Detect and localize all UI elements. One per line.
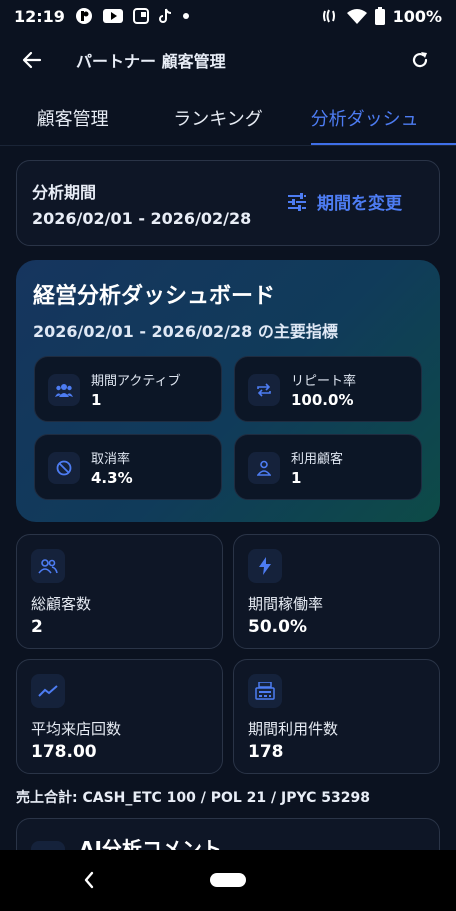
ai-icon — [31, 841, 65, 850]
battery-icon — [374, 7, 385, 25]
stat-usage-count: 期間利用件数 178 — [233, 659, 440, 774]
nav-home-pill[interactable] — [210, 873, 246, 887]
kpi-cancel-rate: 取消率 4.3% — [34, 434, 222, 500]
arrow-back-icon — [22, 51, 42, 69]
chevron-left-icon — [84, 871, 94, 889]
change-period-button[interactable]: 期間を変更 — [287, 189, 402, 214]
stat-label: 平均来店回数 — [31, 720, 122, 738]
stat-value: 50.0% — [248, 617, 307, 637]
change-period-label: 期間を変更 — [317, 194, 402, 214]
dashboard-content[interactable]: 分析期間 2026/02/01 - 2026/02/28 期間を変更 経営分析ダ… — [0, 146, 456, 850]
refresh-button[interactable] — [400, 40, 440, 80]
stat-utilization-rate: 期間稼働率 50.0% — [233, 534, 440, 649]
tab-bar: 顧客管理 ランキング 分析ダッシュ — [0, 90, 456, 146]
tab-customer-management[interactable]: 顧客管理 — [0, 90, 145, 145]
kpi-label: 期間アクティブ — [91, 374, 181, 389]
battery-percent: 100% — [392, 6, 442, 26]
period-label: 分析期間 — [32, 183, 97, 202]
hero-subtitle: 2026/02/01 - 2026/02/28 の主要指標 — [33, 322, 338, 341]
register-icon — [248, 674, 282, 708]
stat-label: 総顧客数 — [31, 595, 92, 613]
stat-average-visits: 平均来店回数 178.00 — [16, 659, 223, 774]
kpi-value: 1 — [291, 469, 302, 487]
kpi-label: 利用顧客 — [291, 452, 344, 467]
sales-total: 売上合計: CASH_ETC 100 / POL 21 / JPYC 53298 — [16, 790, 370, 806]
kpi-repeat-rate: リピート率 100.0% — [234, 356, 422, 422]
status-bar: 12:19 100% — [0, 0, 456, 32]
period-card: 分析期間 2026/02/01 - 2026/02/28 期間を変更 — [16, 160, 440, 246]
stat-label: 期間稼働率 — [248, 595, 324, 613]
kpi-value: 1 — [91, 391, 102, 409]
person-icon — [248, 452, 280, 484]
people-icon — [48, 374, 80, 406]
tiktok-icon — [158, 8, 173, 24]
ai-comment-title: AI分析コメント — [79, 837, 222, 850]
tab-ranking[interactable]: ランキング — [145, 90, 290, 145]
stat-value: 178 — [248, 742, 284, 762]
stat-value: 178.00 — [31, 742, 97, 762]
app-bar: パートナー 顧客管理 — [0, 32, 456, 88]
kpi-label: リピート率 — [291, 374, 357, 389]
kpi-active-period: 期間アクティブ 1 — [34, 356, 222, 422]
stat-value: 2 — [31, 617, 43, 637]
youtube-icon — [102, 9, 123, 23]
refresh-icon — [412, 52, 428, 68]
kpi-active-customers: 利用顧客 1 — [234, 434, 422, 500]
nfc-icon — [321, 7, 339, 25]
stat-label: 期間利用件数 — [248, 720, 339, 738]
trend-icon — [31, 674, 65, 708]
hero-title: 経営分析ダッシュボード — [33, 284, 276, 309]
back-button[interactable] — [12, 40, 52, 80]
tune-icon — [288, 192, 306, 211]
kpi-value: 100.0% — [291, 391, 354, 409]
page-title: パートナー 顧客管理 — [76, 52, 226, 71]
period-range: 2026/02/01 - 2026/02/28 — [32, 209, 252, 228]
kpi-label: 取消率 — [91, 452, 131, 467]
tab-analysis-dashboard[interactable]: 分析ダッシュ — [291, 90, 456, 145]
wifi-icon — [346, 8, 367, 24]
dot-icon — [182, 13, 189, 19]
bolt-icon — [248, 549, 282, 583]
ai-comment-card: AI分析コメント — [16, 818, 440, 850]
kpi-value: 4.3% — [91, 469, 133, 487]
status-time: 12:19 — [14, 6, 65, 26]
app-square-icon — [132, 8, 149, 24]
app-notification-icon — [75, 7, 93, 25]
nav-back-button[interactable] — [78, 868, 100, 892]
repeat-icon — [248, 374, 280, 406]
group-icon — [31, 549, 65, 583]
cancel-icon — [48, 452, 80, 484]
stat-total-customers: 総顧客数 2 — [16, 534, 223, 649]
system-nav-bar — [0, 850, 456, 911]
dashboard-hero-card: 経営分析ダッシュボード 2026/02/01 - 2026/02/28 の主要指… — [16, 260, 440, 522]
